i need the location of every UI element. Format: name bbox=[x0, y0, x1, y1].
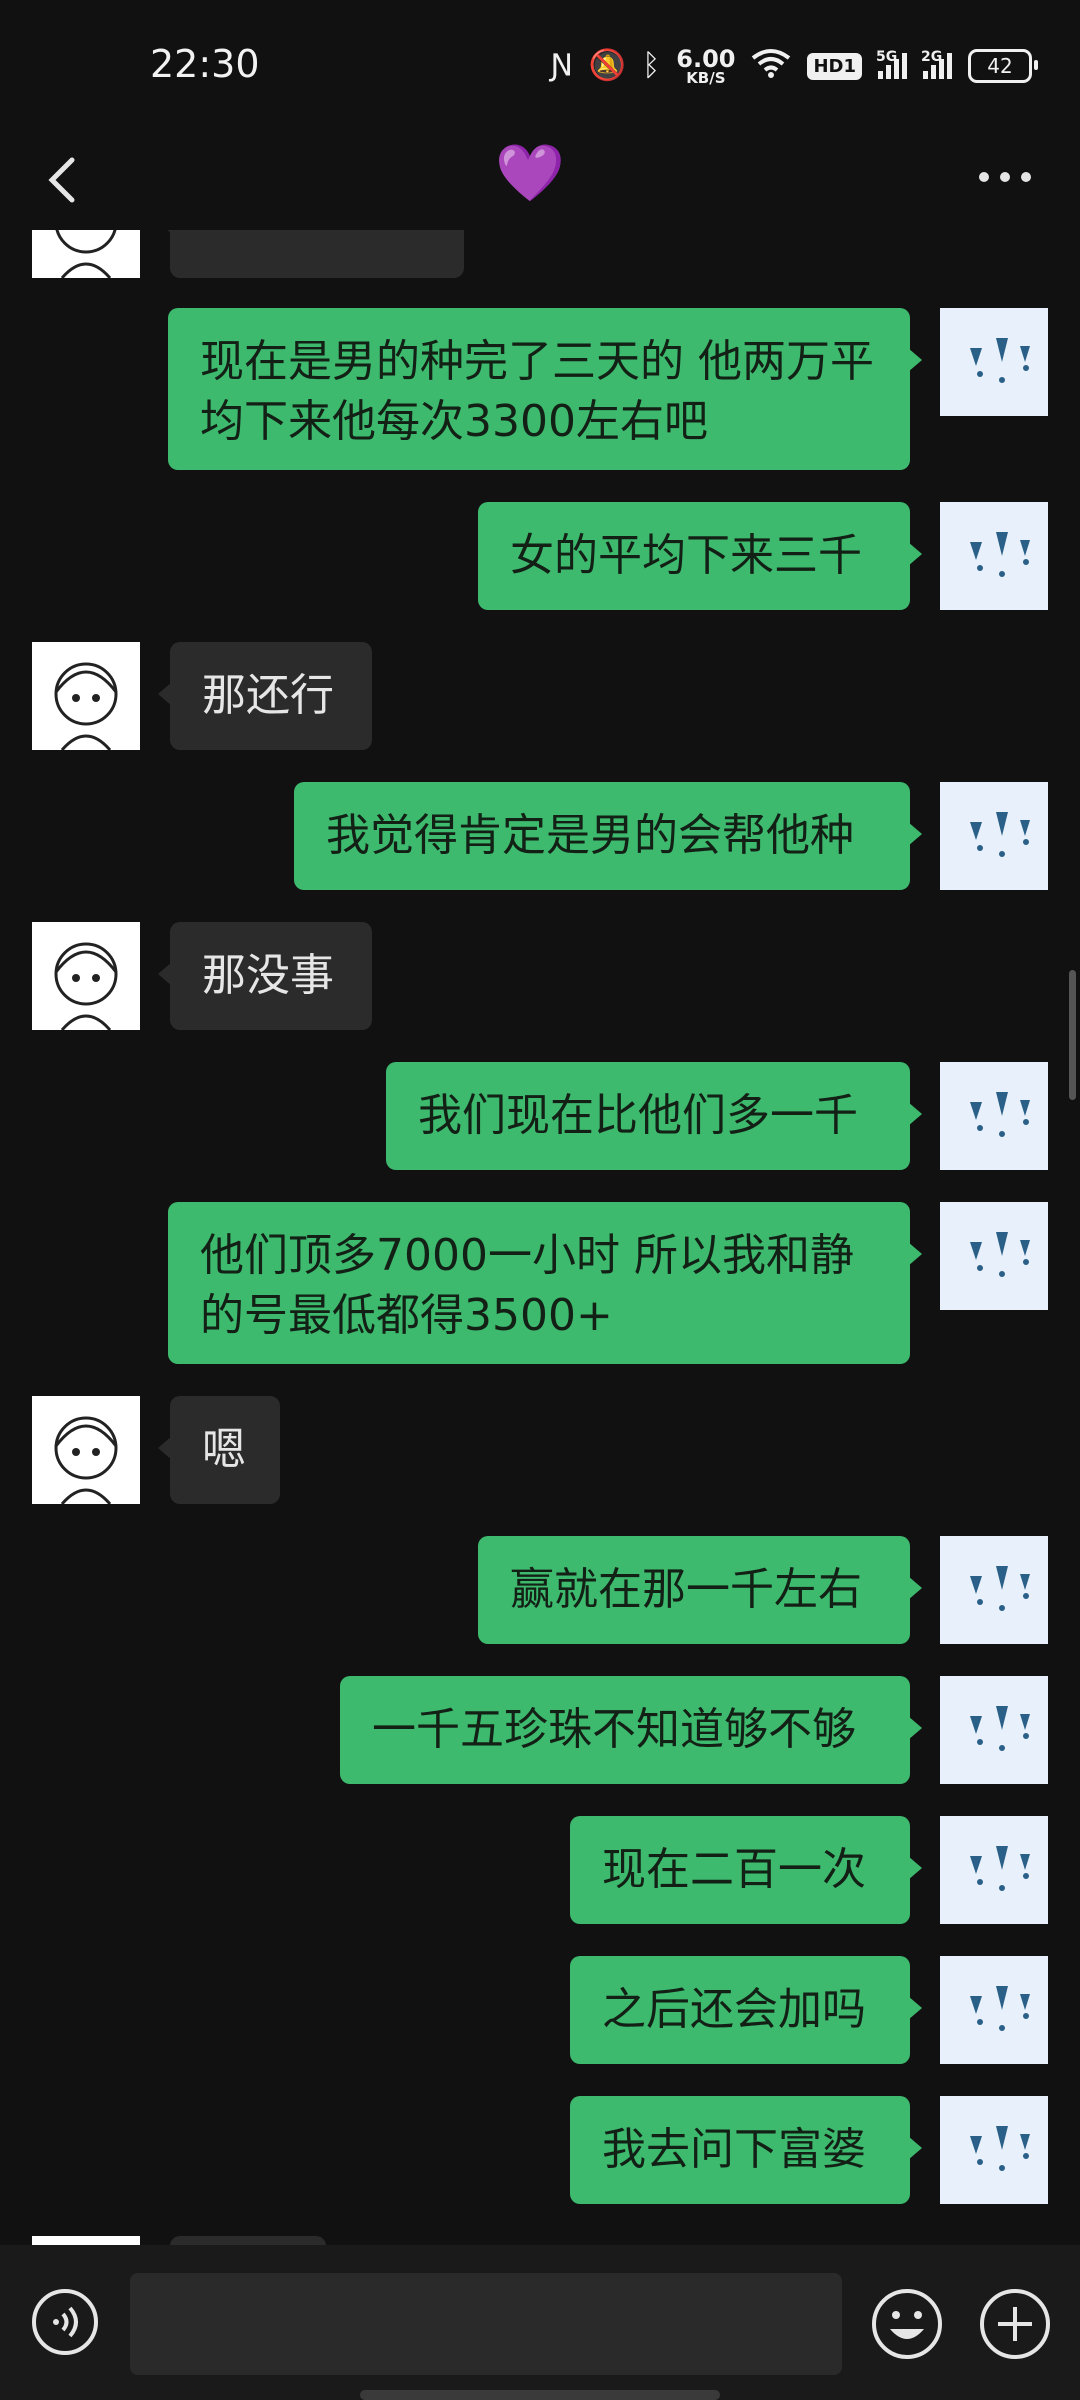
message-bubble[interactable]: 女的平均下来三千 bbox=[478, 502, 922, 610]
my-avatar[interactable] bbox=[940, 308, 1048, 416]
plus-icon bbox=[980, 2289, 1050, 2359]
contact-avatar[interactable] bbox=[32, 922, 140, 1030]
more-actions-button[interactable] bbox=[978, 2287, 1052, 2361]
net-speed-unit: KB/S bbox=[686, 68, 726, 87]
message-bubble[interactable]: 那还行 bbox=[158, 642, 372, 750]
chevron-left-icon bbox=[48, 157, 75, 203]
chat-header: 💜 bbox=[0, 130, 1080, 240]
silent-bell-icon: 🔕 bbox=[588, 48, 627, 83]
net-speed: 6.00 KB/S bbox=[676, 47, 735, 86]
battery-icon: 42 bbox=[968, 49, 1038, 83]
message-bubble[interactable]: 我觉得肯定是男的会帮他种 bbox=[294, 782, 922, 890]
input-bar bbox=[0, 2245, 1080, 2400]
message-bubble[interactable]: 现在是男的种完了三天的 他两万平均下来他每次3300左右吧 bbox=[168, 308, 922, 470]
message-bubble[interactable]: 嗯 bbox=[158, 1396, 280, 1504]
message-bubble[interactable]: 之后还会加吗 bbox=[570, 1956, 922, 2064]
scrollbar-thumb[interactable] bbox=[1069, 970, 1076, 1100]
back-button[interactable] bbox=[36, 150, 96, 210]
my-avatar[interactable] bbox=[940, 502, 1048, 610]
hd-badge: HD1 bbox=[807, 52, 862, 80]
emoji-button[interactable] bbox=[870, 2287, 944, 2361]
message-bubble[interactable]: 我们现在比他们多一千 bbox=[386, 1062, 922, 1170]
message-bubble[interactable]: 他们顶多7000一小时 所以我和静的号最低都得3500+ bbox=[168, 1202, 922, 1364]
message-bubble[interactable]: 赢就在那一千左右 bbox=[478, 1536, 922, 1644]
emoji-icon bbox=[872, 2289, 942, 2359]
my-avatar[interactable] bbox=[940, 1536, 1048, 1644]
my-avatar[interactable] bbox=[940, 1202, 1048, 1310]
my-avatar[interactable] bbox=[940, 782, 1048, 890]
my-avatar[interactable] bbox=[940, 1816, 1048, 1924]
signal-2g-icon: 2G bbox=[921, 49, 952, 79]
contact-avatar[interactable] bbox=[32, 1396, 140, 1504]
signal-5g-icon: 5G bbox=[876, 49, 907, 79]
status-icons: Ɲ 🔕 ᛒ 6.00 KB/S HD1 5G 2G 42 bbox=[550, 44, 1038, 88]
my-avatar[interactable] bbox=[940, 2096, 1048, 2204]
bluetooth-icon: ᛒ bbox=[642, 48, 661, 83]
more-dots-icon bbox=[979, 172, 1031, 182]
status-time: 22:30 bbox=[150, 42, 260, 86]
message-bubble[interactable]: 现在二百一次 bbox=[570, 1816, 922, 1924]
voice-icon bbox=[32, 2289, 98, 2355]
message-bubble[interactable]: 那没事 bbox=[158, 922, 372, 1030]
contact-avatar[interactable] bbox=[32, 2236, 140, 2245]
message-list[interactable]: 现在是男的种完了三天的 他两万平均下来他每次3300左右吧 女的平均下来三千 那… bbox=[0, 230, 1080, 2245]
status-bar: 22:30 Ɲ 🔕 ᛒ 6.00 KB/S HD1 5G 2G 42 bbox=[0, 0, 1080, 130]
message-input[interactable] bbox=[130, 2273, 842, 2375]
contact-avatar[interactable] bbox=[32, 642, 140, 750]
my-avatar[interactable] bbox=[940, 1956, 1048, 2064]
battery-level: 42 bbox=[987, 54, 1013, 78]
contact-avatar[interactable] bbox=[32, 230, 140, 278]
net-speed-value: 6.00 bbox=[676, 44, 736, 73]
more-options-button[interactable] bbox=[970, 152, 1040, 202]
home-indicator[interactable] bbox=[360, 2390, 720, 2400]
message-bubble[interactable]: 我去问下富婆 bbox=[570, 2096, 922, 2204]
my-avatar[interactable] bbox=[940, 1676, 1048, 1784]
my-avatar[interactable] bbox=[940, 1062, 1048, 1170]
message-bubble[interactable] bbox=[170, 2236, 326, 2245]
voice-button[interactable] bbox=[30, 2287, 100, 2357]
message-bubble[interactable] bbox=[158, 230, 464, 278]
nfc-icon: Ɲ bbox=[550, 48, 573, 83]
message-bubble[interactable]: 一千五珍珠不知道够不够 bbox=[340, 1676, 922, 1784]
wifi-icon bbox=[751, 48, 791, 84]
purple-heart-icon: 💜 bbox=[495, 141, 565, 206]
